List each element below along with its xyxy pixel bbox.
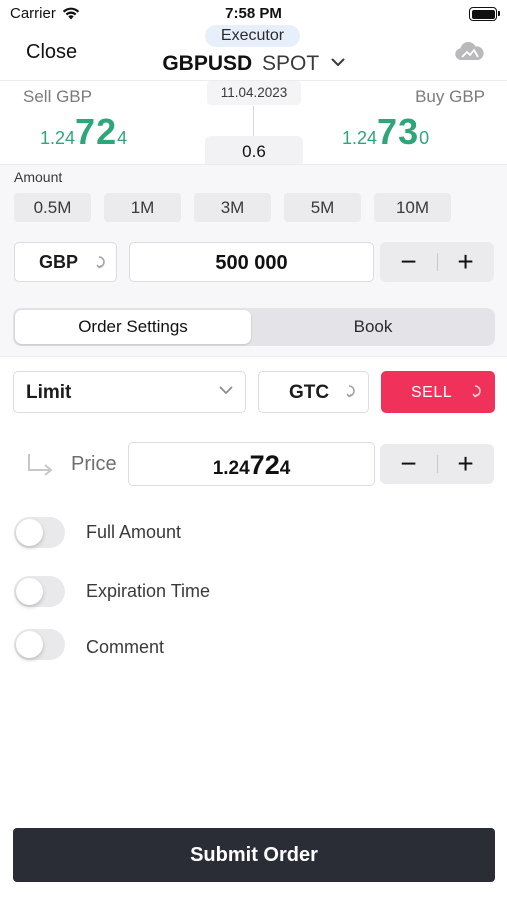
tab-book[interactable]: Book [253, 310, 493, 344]
settings-tabs: Order Settings Book [13, 308, 495, 346]
toggle-knob [16, 519, 43, 546]
amount-input[interactable]: 500 000 [129, 242, 374, 282]
price-label: Price [71, 453, 117, 475]
status-time: 7:58 PM [225, 5, 282, 22]
amount-title: Amount [14, 169, 63, 185]
sell-label: Sell GBP [23, 87, 92, 106]
swap-icon [472, 385, 481, 398]
price-pip: 4 [279, 458, 291, 479]
cloud-icon[interactable] [453, 42, 485, 62]
buy-price[interactable]: 1.24730 [342, 111, 429, 153]
amount-preset-0.5m[interactable]: 0.5M [14, 193, 91, 222]
buy-price-pip: 0 [419, 128, 430, 148]
amount-preset-3m[interactable]: 3M [194, 193, 271, 222]
sell-price-pip: 4 [117, 128, 128, 148]
executor-badge: Executor [205, 25, 300, 47]
sell-price-prefix: 1.24 [40, 128, 76, 148]
currency-toggle-button[interactable]: GBP [14, 242, 117, 282]
submit-order-button[interactable]: Submit Order [13, 828, 495, 882]
value-date-badge: 11.04.2023 [207, 81, 301, 105]
side-sell-button[interactable]: SELL [381, 371, 495, 413]
corner-arrow-icon [28, 454, 53, 476]
buy-price-prefix: 1.24 [342, 128, 378, 148]
sell-price[interactable]: 1.24724 [40, 111, 127, 153]
amount-preset-1m[interactable]: 1M [104, 193, 181, 222]
time-in-force-button[interactable]: GTC [258, 371, 369, 413]
order-type-select[interactable]: Limit [13, 371, 246, 413]
time-in-force-label: GTC [289, 382, 330, 403]
expiration-time-label: Expiration Time [86, 581, 211, 601]
chevron-down-icon [219, 386, 233, 394]
full-amount-toggle[interactable] [14, 517, 65, 548]
full-amount-label: Full Amount [86, 522, 182, 542]
buy-label: Buy GBP [415, 87, 485, 106]
price-increment-button[interactable]: + [437, 444, 494, 484]
price-stepper: − + [380, 444, 494, 484]
price-input[interactable]: 1.24724 [128, 442, 375, 486]
toggle-knob [16, 631, 43, 658]
comment-toggle[interactable] [14, 629, 65, 660]
tab-order-settings[interactable]: Order Settings [15, 310, 251, 344]
amount-preset-10m[interactable]: 10M [374, 193, 451, 222]
buy-price-big: 73 [377, 111, 420, 152]
price-decrement-button[interactable]: − [380, 444, 437, 484]
status-bar: Carrier 7:58 PM [0, 0, 507, 28]
instrument-selector[interactable]: GBPUSD SPOT [0, 52, 507, 76]
currency-label: GBP [39, 252, 79, 272]
toggle-knob [16, 578, 43, 605]
instrument-market: SPOT [262, 52, 319, 75]
side-label: SELL [411, 384, 453, 401]
comment-label: Comment [86, 637, 165, 657]
swap-icon [96, 256, 105, 269]
battery-icon [469, 7, 500, 21]
expiration-time-toggle[interactable] [14, 576, 65, 607]
swap-icon [346, 385, 355, 398]
price-big: 72 [249, 450, 280, 480]
chevron-down-icon [331, 58, 345, 66]
price-prefix: 1.24 [212, 458, 250, 479]
amount-increment-button[interactable]: + [437, 242, 494, 282]
amount-preset-5m[interactable]: 5M [284, 193, 361, 222]
spread-value: 0.6 [205, 136, 303, 166]
amount-decrement-button[interactable]: − [380, 242, 437, 282]
instrument-pair: GBPUSD [162, 52, 253, 75]
sell-price-big: 72 [75, 111, 118, 152]
spread-divider [253, 106, 254, 136]
amount-stepper: − + [380, 242, 494, 282]
order-type-label: Limit [26, 382, 72, 403]
section-divider [0, 356, 507, 357]
